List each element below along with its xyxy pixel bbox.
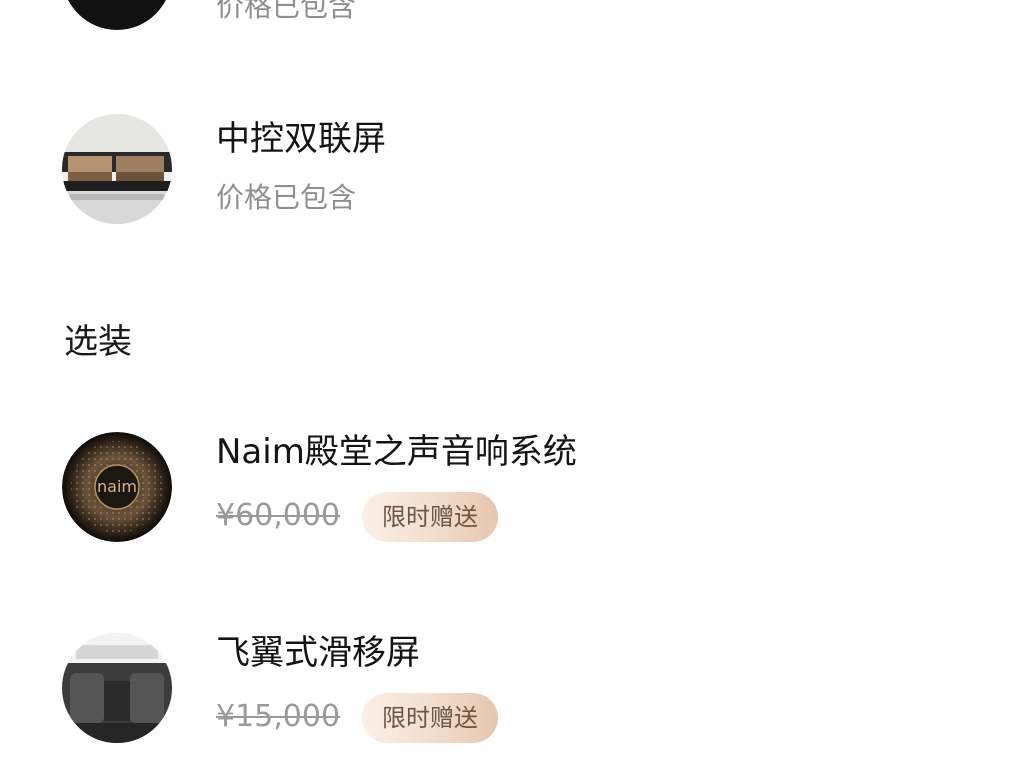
option-title: 中控双联屏 [216, 119, 386, 159]
original-price: ¥15,000 [216, 699, 341, 734]
original-price: ¥60,000 [216, 498, 341, 533]
option-subtitle: 价格已包含 [216, 0, 357, 23]
naim-brand-text: naim [97, 477, 137, 496]
option-item-dual-screen[interactable]: 中控双联屏 价格已包含 [62, 114, 962, 226]
option-item-dark[interactable]: 价格已包含 [62, 0, 962, 32]
option-item-naim-audio[interactable]: naim Naim殿堂之声音响系统 ¥60,000 限时赠送 [62, 432, 962, 544]
option-title: Naim殿堂之声音响系统 [216, 432, 577, 472]
naim-speaker-icon: naim [62, 432, 172, 542]
option-subtitle: 价格已包含 [216, 181, 357, 214]
gift-badge: 限时赠送 [362, 693, 498, 743]
gift-badge: 限时赠送 [362, 492, 498, 542]
options-page: 价格已包含 中控双联屏 价格已包含 选装 naim Naim殿堂之声音响系统 ¥… [0, 0, 1024, 768]
option-title: 飞翼式滑移屏 [216, 633, 420, 673]
dual-screen-icon [62, 114, 172, 224]
optional-section-title: 选装 [64, 322, 132, 362]
sliding-screen-icon [62, 633, 172, 743]
option-item-sliding-screen[interactable]: 飞翼式滑移屏 ¥15,000 限时赠送 [62, 633, 962, 745]
dark-feature-icon [62, 0, 172, 30]
